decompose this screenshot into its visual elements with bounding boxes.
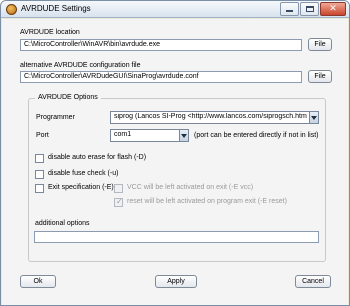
- title-bar[interactable]: AVRDUDE Settings ✕: [1, 1, 349, 18]
- settings-window: AVRDUDE Settings ✕ AVRDUDE location C:\M…: [0, 0, 350, 306]
- programmer-select[interactable]: siprog (Lancos SI-Prog <http://www.lanco…: [110, 111, 319, 124]
- port-dropdown-button[interactable]: [179, 130, 188, 141]
- disable-fuse-check-label[interactable]: disable fuse check (-u): [48, 170, 118, 177]
- maximize-icon: [306, 6, 314, 12]
- avrdude-options-title: AVRDUDE Options: [35, 94, 101, 101]
- close-button[interactable]: ✕: [320, 2, 346, 16]
- additional-options-input[interactable]: [34, 231, 319, 243]
- programmer-dropdown-button[interactable]: [309, 112, 318, 123]
- avrdude-location-file-button[interactable]: File: [308, 38, 332, 51]
- vcc-option-checkbox[interactable]: [114, 184, 123, 193]
- avrdude-location-input[interactable]: C:\MicroController\WinAVR\bin\avrdude.ex…: [20, 39, 302, 51]
- vcc-option-label: VCC will be left activated on exit (-E v…: [127, 184, 254, 191]
- exit-specification-label[interactable]: Exit specification (-E): [48, 184, 114, 191]
- window-title: AVRDUDE Settings: [21, 4, 91, 13]
- reset-option-checkbox[interactable]: [114, 197, 123, 207]
- programmer-value: siprog (Lancos SI-Prog <http://www.lanco…: [114, 113, 307, 120]
- disable-auto-erase-checkbox[interactable]: [35, 154, 44, 163]
- exit-specification-checkbox[interactable]: [35, 184, 44, 193]
- port-label: Port: [36, 132, 49, 139]
- port-hint: (port can be entered directly if not in …: [194, 132, 319, 139]
- config-file-label: alternative AVRDUDE configuration file: [20, 62, 141, 69]
- config-file-input[interactable]: C:\MicroController\AVRDudeGUI\SinaProg\a…: [20, 71, 302, 83]
- minimize-button[interactable]: [280, 2, 299, 16]
- chevron-down-icon: [311, 116, 317, 120]
- chevron-down-icon: [181, 134, 187, 138]
- close-icon: ✕: [329, 4, 337, 14]
- reset-option-label: reset will be left activated on program …: [127, 198, 287, 205]
- app-icon: [6, 4, 17, 15]
- disable-auto-erase-label[interactable]: disable auto erase for flash (-D): [48, 154, 146, 161]
- apply-button[interactable]: Apply: [155, 275, 197, 288]
- port-value: com1: [114, 131, 132, 138]
- additional-options-label: additional options: [35, 220, 90, 227]
- maximize-button[interactable]: [300, 2, 319, 16]
- config-file-file-button[interactable]: File: [308, 70, 332, 83]
- avrdude-location-label: AVRDUDE location: [20, 29, 80, 36]
- programmer-label: Programmer: [36, 114, 75, 121]
- disable-fuse-check-checkbox[interactable]: [35, 170, 44, 179]
- ok-button[interactable]: Ok: [20, 275, 56, 288]
- cancel-button[interactable]: Cancel: [295, 275, 331, 288]
- port-select[interactable]: com1: [110, 129, 189, 142]
- minimize-icon: [286, 10, 293, 12]
